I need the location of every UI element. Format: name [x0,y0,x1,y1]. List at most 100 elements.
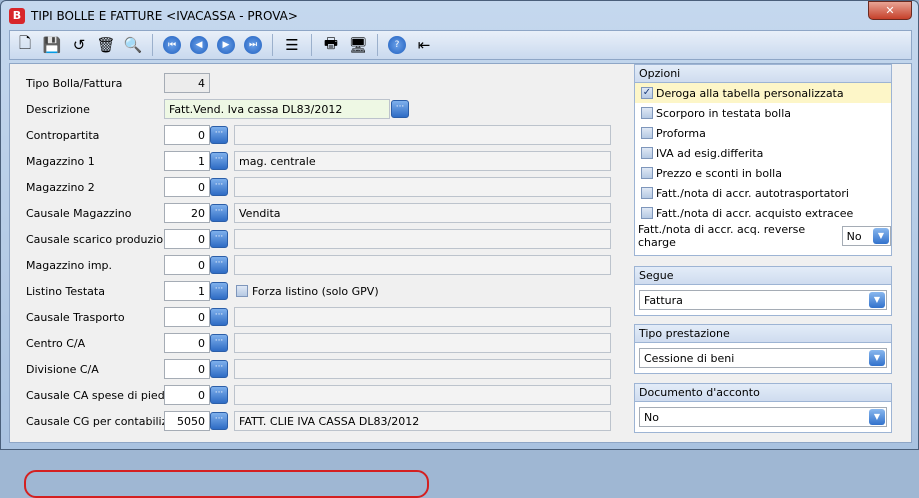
field-value-input[interactable]: 0 [164,333,210,353]
field-description [234,333,611,353]
close-button[interactable]: ✕ [868,1,912,20]
print-icon: 🖶 [323,33,339,52]
lookup-button[interactable]: ··· [210,282,228,300]
option-checkbox-row[interactable]: Prezzo e sconti in bolla [635,163,891,183]
field-value-input[interactable]: 20 [164,203,210,223]
field-label: Causale Magazzino [26,207,132,220]
lookup-button[interactable]: ··· [210,126,228,144]
checkbox[interactable] [641,187,653,199]
lookup-button[interactable]: ··· [210,152,228,170]
lookup-button[interactable]: ··· [210,204,228,222]
field-label: Causale CA spese di piede [26,389,172,402]
print-button[interactable]: 🖶 [320,34,342,56]
documento-acconto-group: Documento d'acconto No ▼ [634,383,892,433]
field-label: Tipo Bolla/Fattura [26,77,123,90]
descrizione-input[interactable]: Fatt.Vend. Iva cassa DL83/2012 [164,99,390,119]
group-header: Documento d'acconto [635,384,891,402]
lookup-button[interactable]: ··· [210,256,228,274]
tipo-bolla-input[interactable]: 4 [164,73,210,93]
chevron-down-icon[interactable]: ▼ [873,228,889,244]
option-checkbox-row[interactable]: Fatt./nota di accr. acquisto extracee [635,203,891,223]
option-checkbox-row[interactable]: Proforma [635,123,891,143]
field-value-input[interactable]: 0 [164,307,210,327]
toolbar: 🗋 💾 ↺ 🗑 🔍 ⏮ ◀ ▶ ⏭ ☰ 🖶 🖥? ⇤ [9,30,912,60]
first-icon: ⏮ [163,36,181,54]
form-area: Tipo Bolla/Fattura 4 Descrizione Fatt.Vend.… [9,63,912,498]
prev-button[interactable]: ◀ [188,34,210,56]
option-label: Fatt./nota di accr. autotrasportatori [656,186,849,200]
chevron-down-icon[interactable]: ▼ [869,350,885,366]
undo-button[interactable]: ↺ [68,34,90,56]
tipo-prestazione-select[interactable]: Cessione di beni ▼ [639,348,887,368]
checkbox[interactable] [641,207,653,219]
new-button[interactable]: 🗋 [14,34,36,56]
next-button[interactable]: ▶ [215,34,237,56]
checkbox[interactable] [641,147,653,159]
list-button[interactable]: ☰ [281,34,303,56]
toolbar-separator [152,34,153,56]
lookup-button[interactable]: ··· [210,386,228,404]
field-value-input[interactable]: 1 [164,151,210,171]
lookup-button[interactable]: ··· [210,178,228,196]
field-description [234,385,611,405]
reverse-charge-select[interactable]: No ▼ [841,226,891,246]
field-value-input[interactable]: 5050 [164,411,210,431]
toolbar-separator [272,34,273,56]
field-value-input[interactable]: 0 [164,177,210,197]
field-value-input[interactable]: 0 [164,125,210,145]
help-button[interactable]: ? [386,34,408,56]
delete-button[interactable]: 🗑 [95,34,117,56]
option-checkbox-row[interactable]: IVA ad esig.differita [635,143,891,163]
option-label: Deroga alla tabella personalizzata [656,86,844,100]
segue-select[interactable]: Fattura ▼ [639,290,887,310]
field-value-input[interactable]: 0 [164,385,210,405]
field-value-input[interactable]: 1 [164,281,210,301]
field-label: Descrizione [26,103,90,116]
lookup-button[interactable]: ··· [210,334,228,352]
lookup-button[interactable]: ··· [210,412,228,430]
exit-button[interactable]: ⇤ [413,34,435,56]
lookup-button[interactable]: ··· [210,308,228,326]
exit-icon: ⇤ [417,36,431,54]
chevron-down-icon[interactable]: ▼ [869,409,885,425]
checkbox[interactable] [641,167,653,179]
field-description: mag. centrale [234,151,611,171]
forza-listino-label: Forza listino (solo GPV) [252,285,379,298]
descrizione-lookup-button[interactable]: ··· [391,100,409,118]
field-description [234,229,611,249]
preview-button[interactable]: 🖥 [347,34,369,56]
documento-acconto-select[interactable]: No ▼ [639,407,887,427]
field-value-input[interactable]: 0 [164,359,210,379]
last-icon: ⏭ [244,36,262,54]
forza-listino-checkbox[interactable] [236,285,248,297]
option-checkbox-row[interactable]: Fatt./nota di accr. autotrasportatori [635,183,891,203]
checkbox[interactable] [641,107,653,119]
checkbox[interactable] [641,127,653,139]
lookup-button[interactable]: ··· [210,230,228,248]
reverse-charge-row: Fatt./nota di accr. acq. reverse charge N… [635,223,891,249]
option-checkbox-row[interactable]: ✓ Deroga alla tabella personalizzata [635,83,891,103]
option-label: IVA ad esig.differita [656,146,764,160]
field-label: Divisione C/A [26,363,99,376]
field-label: Contropartita [26,129,100,142]
save-button[interactable]: 💾 [41,34,63,56]
find-button[interactable]: 🔍 [122,34,144,56]
last-button[interactable]: ⏭ [242,34,264,56]
field-value-input[interactable]: 0 [164,229,210,249]
field-value-input[interactable]: 0 [164,255,210,275]
toolbar-separator [311,34,312,56]
field-label: Causale CG per contabilizz. [26,415,177,428]
option-checkbox-row[interactable]: Scorporo in testata bolla [635,103,891,123]
lookup-button[interactable]: ··· [210,360,228,378]
option-label: Prezzo e sconti in bolla [656,166,782,180]
preview-icon: 🖥 [348,36,368,54]
checkbox[interactable]: ✓ [641,87,653,99]
window-title: TIPI BOLLE E FATTURE <IVACASSA - PROVA> [31,9,298,23]
opzioni-header: Opzioni [635,65,891,83]
field-label: Centro C/A [26,337,86,350]
field-label: Listino Testata [26,285,105,298]
first-button[interactable]: ⏮ [161,34,183,56]
chevron-down-icon[interactable]: ▼ [869,292,885,308]
field-description [234,255,611,275]
field-description: FATT. CLIE IVA CASSA DL83/2012 [234,411,611,431]
